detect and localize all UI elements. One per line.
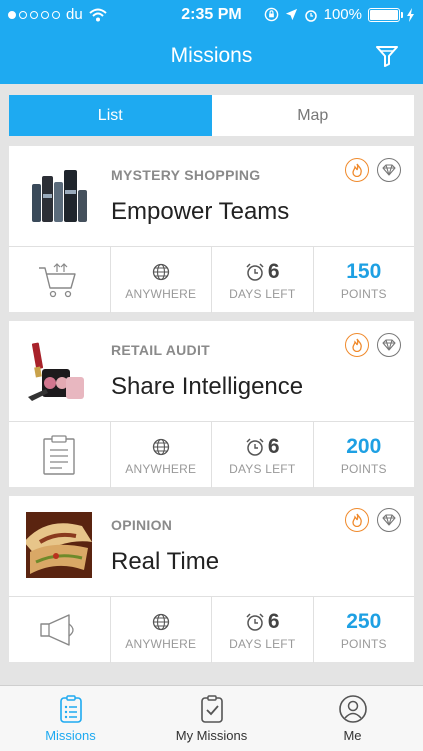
alarm-clock-icon	[246, 263, 264, 281]
page-title: Missions	[170, 44, 253, 67]
mission-type-cell	[9, 247, 111, 313]
alarm-icon	[304, 9, 317, 22]
mission-card[interactable]: RETAIL AUDIT Share Intelligence ANYWHERE…	[9, 321, 414, 488]
tab-my-missions[interactable]: My Missions	[141, 686, 282, 751]
globe-icon	[152, 613, 169, 631]
location-cell: ANYWHERE	[111, 422, 212, 488]
alarm-clock-icon	[246, 438, 264, 456]
mission-name: Empower Teams	[111, 198, 290, 225]
clipboard-check-icon	[200, 695, 223, 723]
points-value: 150	[346, 260, 382, 283]
days-value: 6	[267, 260, 280, 283]
days-left-label: DAYS LEFT	[229, 287, 296, 301]
segment-list[interactable]: List	[9, 95, 212, 136]
location-label: ANYWHERE	[125, 462, 197, 476]
points-label: POINTS	[340, 462, 387, 476]
fire-badge-icon	[345, 508, 369, 532]
filter-icon[interactable]	[375, 44, 399, 68]
charging-icon	[407, 7, 414, 22]
days-left-label: DAYS LEFT	[229, 637, 296, 651]
cart-icon	[39, 263, 76, 298]
mission-category: OPINION	[111, 517, 173, 533]
mission-card[interactable]: MYSTERY SHOPPING Empower Teams ANYWHERE …	[9, 146, 414, 313]
mission-metrics: ANYWHERE 6 DAYS LEFT 250 POINTS	[9, 596, 414, 663]
points-label: POINTS	[340, 637, 387, 651]
fire-badge-icon	[345, 333, 369, 357]
globe-icon	[152, 438, 169, 456]
mission-thumbnail	[26, 337, 92, 403]
mission-category: RETAIL AUDIT	[111, 342, 211, 358]
battery-icon	[368, 7, 403, 22]
tab-my-missions-label: My Missions	[175, 728, 248, 743]
tab-missions[interactable]: Missions	[0, 686, 141, 751]
points-label: POINTS	[340, 287, 387, 301]
points-value: 250	[346, 610, 382, 633]
days-value: 6	[267, 435, 280, 458]
tab-missions-label: Missions	[45, 728, 96, 743]
mission-metrics: ANYWHERE 6 DAYS LEFT 150 POINTS	[9, 246, 414, 313]
points-cell: 200 POINTS	[314, 422, 415, 488]
points-value: 200	[346, 435, 382, 458]
tab-bar: Missions My Missions Me	[0, 685, 423, 751]
segment-map[interactable]: Map	[212, 95, 415, 136]
location-cell: ANYWHERE	[111, 597, 212, 663]
diamond-badge-icon	[377, 333, 401, 357]
mission-type-cell	[9, 422, 111, 488]
location-cell: ANYWHERE	[111, 247, 212, 313]
days-left-cell: 6 DAYS LEFT	[212, 247, 314, 313]
days-value: 6	[267, 610, 280, 633]
mission-metrics: ANYWHERE 6 DAYS LEFT 200 POINTS	[9, 421, 414, 488]
mission-card[interactable]: OPINION Real Time ANYWHERE 6 DAYS LEFT 2…	[9, 496, 414, 663]
tab-me-label: Me	[343, 728, 362, 743]
location-arrow-icon	[285, 8, 297, 21]
view-segmented-control: List Map	[9, 95, 414, 136]
rotation-lock-icon	[264, 7, 278, 22]
days-left-cell: 6 DAYS LEFT	[212, 597, 314, 663]
nav-bar: Missions	[0, 30, 423, 84]
days-left-cell: 6 DAYS LEFT	[212, 422, 314, 488]
fire-badge-icon	[345, 158, 369, 182]
mission-name: Real Time	[111, 548, 220, 575]
profile-icon	[338, 695, 367, 723]
location-label: ANYWHERE	[125, 637, 197, 651]
megaphone-icon	[40, 614, 74, 646]
mission-name: Share Intelligence	[111, 373, 304, 400]
mission-thumbnail	[26, 512, 92, 578]
mission-type-cell	[9, 597, 111, 663]
mission-category: MYSTERY SHOPPING	[111, 167, 261, 183]
clipboard-icon	[43, 435, 75, 475]
battery-percent: 100%	[323, 6, 362, 23]
mission-thumbnail	[26, 162, 92, 228]
missions-list-icon	[59, 695, 82, 723]
points-cell: 250 POINTS	[314, 597, 415, 663]
alarm-clock-icon	[246, 613, 264, 631]
points-cell: 150 POINTS	[314, 247, 415, 313]
location-label: ANYWHERE	[125, 287, 197, 301]
days-left-label: DAYS LEFT	[229, 462, 296, 476]
tab-me[interactable]: Me	[282, 686, 423, 751]
status-bar: du 2:35 PM 100%	[0, 0, 423, 30]
diamond-badge-icon	[377, 508, 401, 532]
diamond-badge-icon	[377, 158, 401, 182]
globe-icon	[152, 263, 169, 281]
